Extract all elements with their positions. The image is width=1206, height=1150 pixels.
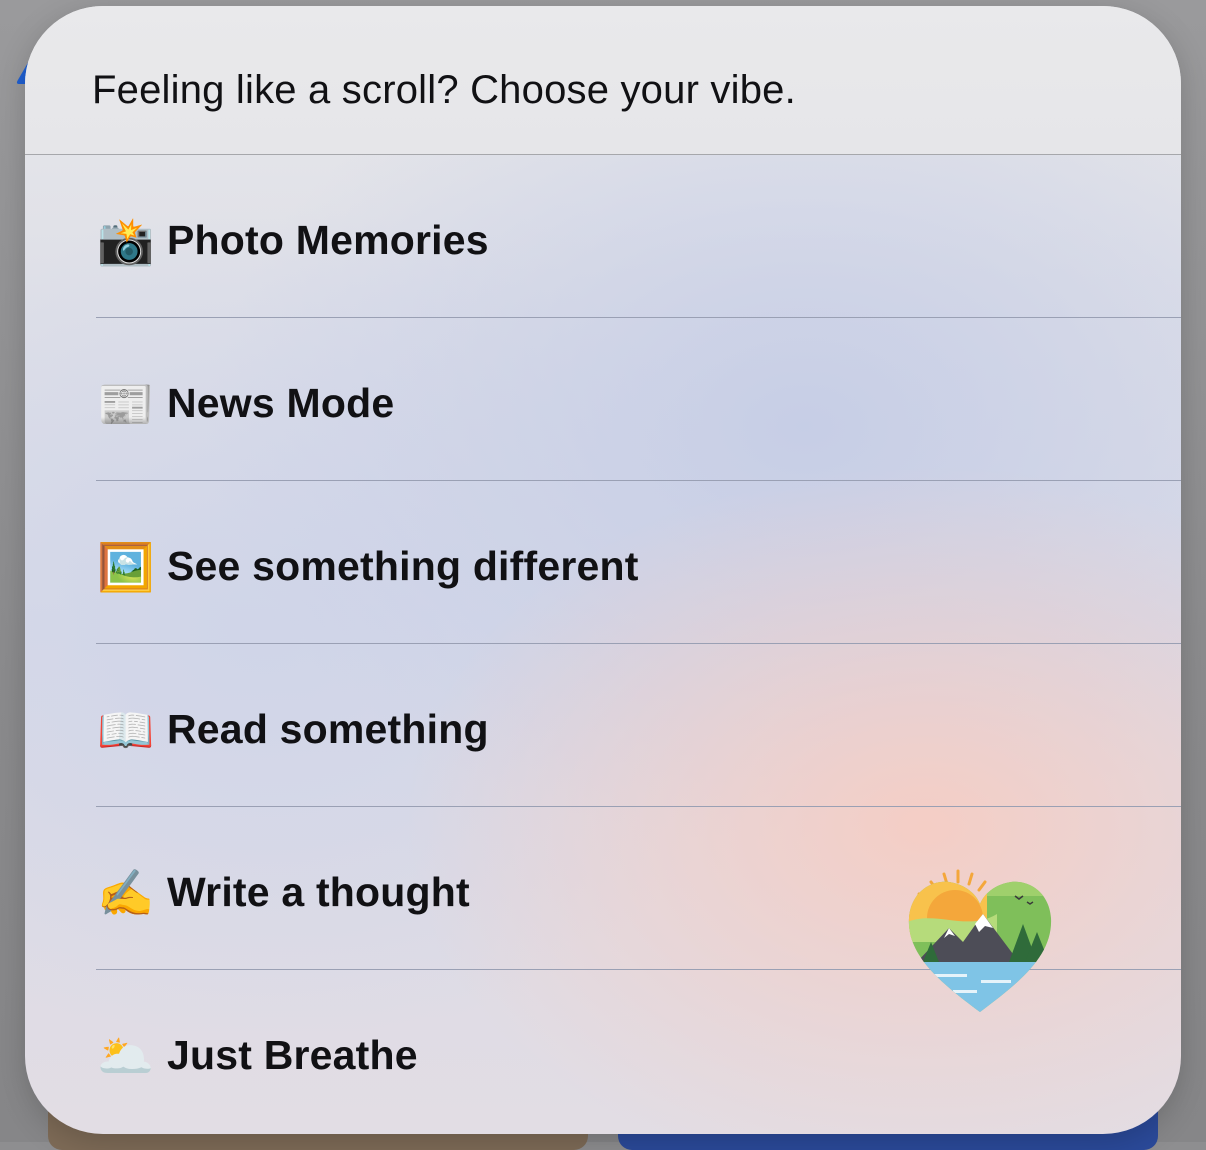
- menu-item-news-mode[interactable]: 📰 News Mode: [25, 318, 1181, 481]
- heart-landscape-logo: [908, 869, 1052, 1012]
- vibe-chooser-sheet: Feeling like a scroll? Choose your vibe.…: [25, 6, 1181, 1134]
- sun-behind-cloud-icon: 🌥️: [97, 1030, 155, 1082]
- menu-item-read-something[interactable]: 📖 Read something: [25, 644, 1181, 807]
- newspaper-icon: 📰: [97, 378, 155, 430]
- menu-item-label: Write a thought: [167, 869, 470, 915]
- writing-hand-icon: ✍️: [97, 867, 155, 919]
- sheet-title: Feeling like a scroll? Choose your vibe.: [92, 68, 796, 112]
- menu-item-label: Read something: [167, 706, 489, 752]
- menu-item-label: See something different: [167, 543, 639, 589]
- camera-flash-icon: 📸: [97, 215, 155, 267]
- menu-item-label: Just Breathe: [167, 1032, 418, 1078]
- menu-item-see-something-different[interactable]: 🖼️ See something different: [25, 481, 1181, 644]
- menu-item-label: News Mode: [167, 380, 395, 426]
- framed-picture-icon: 🖼️: [97, 541, 155, 593]
- menu-item-label: Photo Memories: [167, 217, 489, 263]
- sheet-header: Feeling like a scroll? Choose your vibe.: [25, 6, 1181, 155]
- menu-item-photo-memories[interactable]: 📸 Photo Memories: [25, 155, 1181, 318]
- open-book-icon: 📖: [97, 704, 155, 756]
